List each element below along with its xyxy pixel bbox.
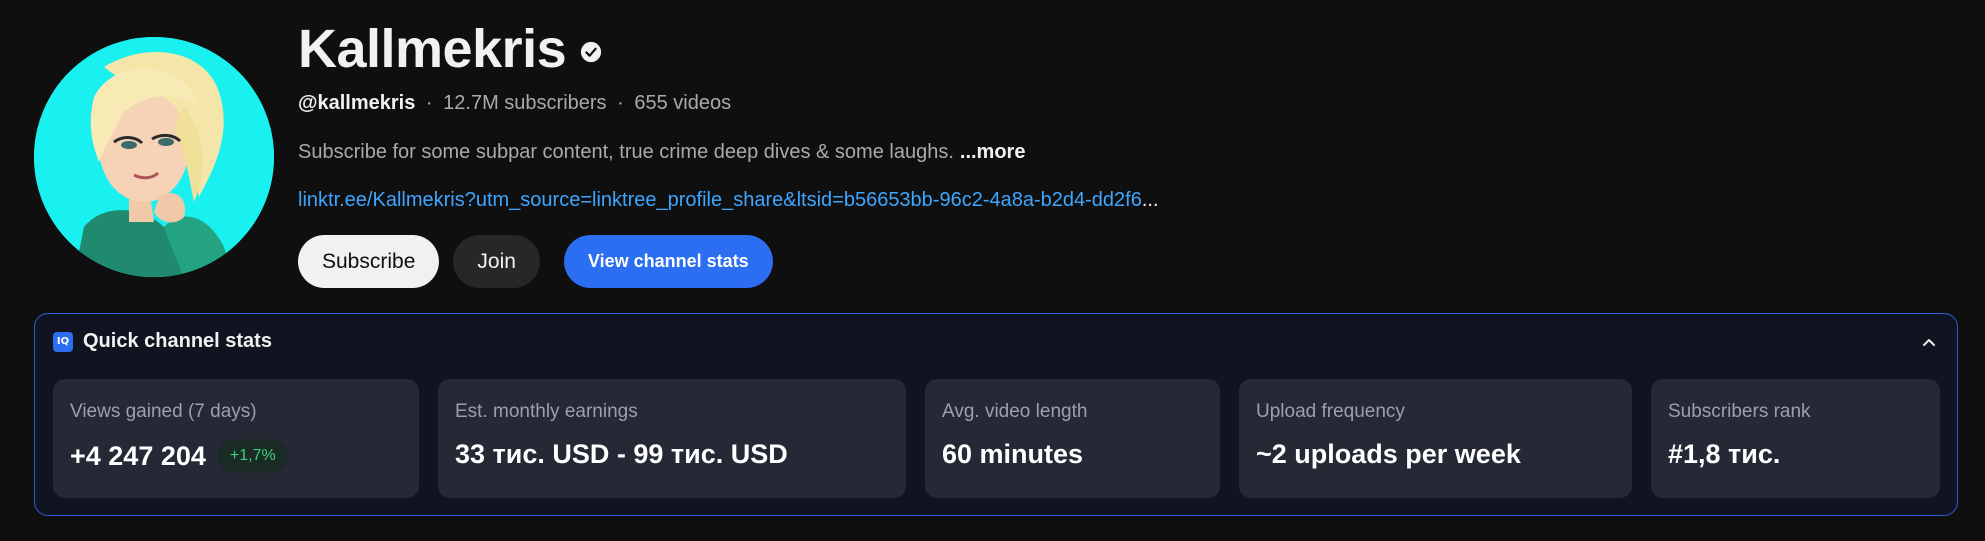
- view-channel-stats-button[interactable]: View channel stats: [563, 235, 773, 288]
- description-text: Subscribe for some subpar content, true …: [298, 141, 954, 163]
- stat-label: Upload frequency: [1256, 401, 1405, 422]
- video-count: 655 videos: [634, 92, 732, 114]
- verified-icon: [581, 41, 602, 63]
- stat-value-row: ~2 uploads per week: [1256, 439, 1615, 470]
- stat-card-earnings: Est. monthly earnings 33 тис. USD - 99 т…: [438, 379, 906, 498]
- quick-stats-panel: IQ Quick channel stats Views gained (7 d…: [34, 313, 1958, 516]
- panel-header[interactable]: IQ Quick channel stats: [53, 330, 272, 353]
- stat-label: Avg. video length: [942, 401, 1088, 422]
- channel-handle[interactable]: @kallmekris: [298, 92, 415, 114]
- change-badge: +1,7%: [217, 439, 288, 473]
- stat-card-video-length: Avg. video length 60 minutes: [925, 379, 1220, 498]
- subscriber-count: 12.7M subscribers: [443, 92, 607, 114]
- channel-avatar[interactable]: [34, 37, 274, 277]
- stat-value-row: #1,8 тис.: [1668, 439, 1923, 470]
- meta-separator: ·: [425, 92, 433, 114]
- stat-value: 60 minutes: [942, 439, 1084, 469]
- stat-label: Views gained (7 days): [70, 401, 257, 422]
- subscribe-button[interactable]: Subscribe: [298, 235, 440, 288]
- stat-value: 33 тис. USD - 99 тис. USD: [455, 439, 788, 469]
- channel-actions: Subscribe Join View channel stats: [298, 235, 773, 288]
- stat-value-row: 33 тис. USD - 99 тис. USD: [455, 439, 889, 470]
- stat-label: Subscribers rank: [1668, 401, 1811, 422]
- stat-card-upload-frequency: Upload frequency ~2 uploads per week: [1239, 379, 1632, 498]
- join-button[interactable]: Join: [453, 235, 540, 288]
- stat-value: ~2 uploads per week: [1256, 439, 1521, 469]
- channel-meta: @kallmekris · 12.7M subscribers · 655 vi…: [298, 92, 731, 115]
- link-ellipsis: ...: [1141, 189, 1159, 211]
- stat-card-subscribers-rank: Subscribers rank #1,8 тис.: [1651, 379, 1940, 498]
- iq-logo-icon: IQ: [53, 331, 73, 352]
- channel-name: Kallmekris: [298, 19, 567, 79]
- stat-value: #1,8 тис.: [1668, 439, 1781, 469]
- stat-card-views: Views gained (7 days) +4 247 204 +1,7%: [53, 379, 419, 498]
- more-link[interactable]: ...more: [960, 141, 1026, 163]
- channel-external-link[interactable]: linktr.ee/Kallmekris?utm_source=linktree…: [298, 189, 1142, 211]
- panel-title: Quick channel stats: [83, 330, 272, 352]
- stat-value: +4 247 204: [70, 440, 206, 471]
- stats-cards: Views gained (7 days) +4 247 204 +1,7% E…: [53, 379, 1940, 498]
- stat-value-row: 60 minutes: [942, 439, 1203, 470]
- channel-title-row: Kallmekris: [298, 14, 602, 84]
- chevron-up-icon[interactable]: [1919, 332, 1939, 352]
- avatar-illustration: [34, 37, 274, 277]
- stat-value-row: +4 247 204 +1,7%: [70, 439, 402, 473]
- channel-description[interactable]: Subscribe for some subpar content, true …: [298, 141, 1025, 164]
- channel-page: Kallmekris @kallmekris · 12.7M subscribe…: [0, 0, 1985, 541]
- channel-link-row: linktr.ee/Kallmekris?utm_source=linktree…: [298, 189, 1198, 212]
- stat-label: Est. monthly earnings: [455, 401, 638, 422]
- meta-separator: ·: [617, 92, 624, 114]
